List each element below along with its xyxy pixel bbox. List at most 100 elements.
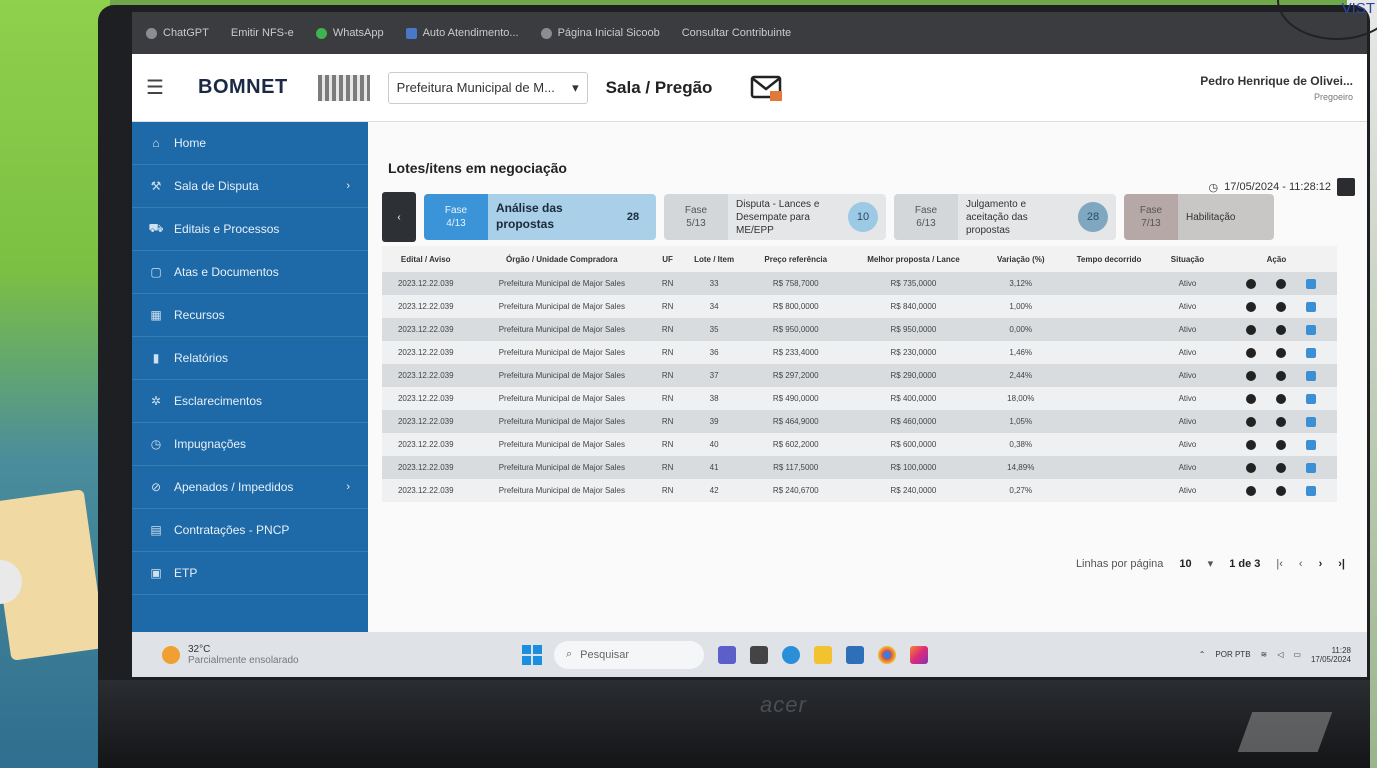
org-select[interactable]: Prefeitura Municipal de M... ▾ — [387, 71, 588, 104]
table-row[interactable]: 2023.12.22.039 Prefeitura Municipal de Ma… — [382, 318, 1337, 341]
table-row[interactable]: 2023.12.22.039 Prefeitura Municipal de Ma… — [382, 410, 1337, 433]
language-indicator[interactable]: POR PTB — [1215, 650, 1250, 659]
chat-action-icon[interactable] — [1246, 324, 1257, 335]
chat-action-icon[interactable] — [1246, 347, 1257, 358]
history-action-icon[interactable] — [1276, 370, 1287, 381]
bookmark-auto-atendimento[interactable]: Auto Atendimento... — [405, 27, 519, 39]
weather-widget[interactable]: 32°C Parcialmente ensolarado — [162, 644, 522, 666]
history-action-icon[interactable] — [1276, 301, 1287, 312]
file-explorer-icon[interactable] — [750, 645, 768, 664]
chevron-up-icon[interactable]: ⌃ — [1199, 650, 1206, 659]
instagram-icon[interactable] — [910, 645, 928, 664]
laptop-hinge — [1237, 712, 1333, 752]
col-orgao[interactable]: Órgão / Unidade Compradora — [469, 246, 655, 272]
chat-action-icon[interactable] — [1246, 462, 1257, 473]
table-row[interactable]: 2023.12.22.039 Prefeitura Municipal de Ma… — [382, 341, 1337, 364]
chat-action-icon[interactable] — [1246, 485, 1257, 496]
select-checkbox[interactable] — [1306, 416, 1317, 427]
volume-icon[interactable]: ◁ — [1277, 650, 1283, 659]
chrome-icon[interactable] — [878, 645, 896, 664]
phase-6[interactable]: Fase 6/13 Julgamento e aceitação das prop… — [894, 194, 1116, 240]
first-page-button[interactable]: |‹ — [1276, 558, 1283, 570]
menu-icon[interactable]: ☰ — [146, 75, 176, 100]
history-action-icon[interactable] — [1276, 462, 1287, 473]
edge-icon[interactable] — [782, 645, 800, 664]
table-row[interactable]: 2023.12.22.039 Prefeitura Municipal de Ma… — [382, 387, 1337, 410]
history-action-icon[interactable] — [1276, 393, 1287, 404]
sidebar-item-apenados[interactable]: ⊘ Apenados / Impedidos › — [132, 466, 368, 509]
bookmark-nfse[interactable]: Emitir NFS-e — [231, 27, 294, 39]
refresh-button[interactable] — [1337, 178, 1355, 196]
chat-action-icon[interactable] — [1246, 393, 1257, 404]
sidebar-item-relatorios[interactable]: ▮ Relatórios — [132, 337, 368, 380]
col-edital[interactable]: Edital / Aviso — [382, 246, 470, 272]
bookmark-consultar[interactable]: Consultar Contribuinte — [682, 27, 791, 39]
bookmark-whatsapp[interactable]: WhatsApp — [315, 27, 384, 39]
bookmark-sicoob[interactable]: Página Inicial Sicoob — [540, 27, 660, 39]
table-row[interactable]: 2023.12.22.039 Prefeitura Municipal de Ma… — [382, 456, 1337, 479]
user-block[interactable]: Pedro Henrique de Olivei... Pregoeiro — [1200, 74, 1353, 102]
last-page-button[interactable]: ›| — [1338, 558, 1345, 570]
brand-logo[interactable]: BOMNET — [198, 76, 288, 99]
chat-action-icon[interactable] — [1246, 278, 1257, 289]
folder-icon[interactable] — [814, 645, 832, 664]
battery-icon[interactable]: ▭ — [1293, 650, 1301, 659]
phase-4[interactable]: Fase 4/13 Análise das propostas 28 — [424, 194, 656, 240]
col-situacao[interactable]: Situação — [1159, 246, 1216, 272]
taskbar-search[interactable]: ⌕ Pesquisar — [554, 640, 704, 669]
col-tempo[interactable]: Tempo decorrido — [1058, 246, 1160, 272]
sidebar-item-impugnacoes[interactable]: ◷ Impugnações — [132, 423, 368, 466]
col-uf[interactable]: UF — [654, 246, 682, 272]
history-action-icon[interactable] — [1276, 278, 1287, 289]
select-checkbox[interactable] — [1306, 324, 1317, 335]
table-row[interactable]: 2023.12.22.039 Prefeitura Municipal de Ma… — [382, 479, 1337, 502]
wifi-icon[interactable]: ≋ — [1261, 650, 1268, 659]
sidebar-item-sala-de-disputa[interactable]: ⚒ Sala de Disputa › — [132, 165, 368, 208]
table-row[interactable]: 2023.12.22.039 Prefeitura Municipal de Ma… — [382, 295, 1337, 318]
history-action-icon[interactable] — [1276, 347, 1287, 358]
sidebar-item-home[interactable]: ⌂ Home — [132, 122, 368, 165]
select-checkbox[interactable] — [1306, 439, 1317, 450]
phase-prev-button[interactable]: ‹ — [382, 192, 416, 242]
mail-icon[interactable] — [750, 71, 784, 105]
col-lote[interactable]: Lote / Item — [681, 246, 748, 272]
chat-action-icon[interactable] — [1246, 439, 1257, 450]
history-action-icon[interactable] — [1276, 485, 1287, 496]
col-variacao[interactable]: Variação (%) — [982, 246, 1059, 272]
select-checkbox[interactable] — [1306, 370, 1317, 381]
table-row[interactable]: 2023.12.22.039 Prefeitura Municipal de Ma… — [382, 272, 1337, 295]
sidebar-item-editais[interactable]: ⛟ Editais e Processos — [132, 208, 368, 251]
select-checkbox[interactable] — [1306, 278, 1317, 289]
rows-per-page-select[interactable]: 10 — [1179, 558, 1191, 570]
phone-link-icon[interactable] — [846, 645, 864, 664]
select-checkbox[interactable] — [1306, 301, 1317, 312]
sidebar-item-etp[interactable]: ▣ ETP — [132, 552, 368, 595]
select-checkbox[interactable] — [1306, 462, 1317, 473]
chat-action-icon[interactable] — [1246, 370, 1257, 381]
sidebar-item-esclarecimentos[interactable]: ✲ Esclarecimentos — [132, 380, 368, 423]
sidebar-item-recursos[interactable]: ▦ Recursos — [132, 294, 368, 337]
select-checkbox[interactable] — [1306, 485, 1317, 496]
bookmark-chatgpt[interactable]: ChatGPT — [146, 27, 209, 39]
table-cell — [1058, 410, 1160, 433]
clock[interactable]: 11:28 17/05/2024 — [1311, 646, 1351, 664]
prev-page-button[interactable]: ‹ — [1299, 558, 1303, 570]
table-row[interactable]: 2023.12.22.039 Prefeitura Municipal de Ma… — [382, 364, 1337, 387]
windows-start-icon[interactable] — [522, 644, 542, 665]
table-row[interactable]: 2023.12.22.039 Prefeitura Municipal de Ma… — [382, 433, 1337, 456]
phase-5[interactable]: Fase 5/13 Disputa - Lances e Desempate pa… — [664, 194, 886, 240]
next-page-button[interactable]: › — [1319, 558, 1323, 570]
select-checkbox[interactable] — [1306, 347, 1317, 358]
sidebar-item-atas[interactable]: ▢ Atas e Documentos — [132, 251, 368, 294]
phase-7[interactable]: Fase 7/13 Habilitação — [1124, 194, 1274, 240]
teams-icon[interactable] — [718, 645, 736, 664]
chat-action-icon[interactable] — [1246, 301, 1257, 312]
select-checkbox[interactable] — [1306, 393, 1317, 404]
sidebar-item-contratacoes[interactable]: ▤ Contratações - PNCP — [132, 509, 368, 552]
history-action-icon[interactable] — [1276, 439, 1287, 450]
col-melhor[interactable]: Melhor proposta / Lance — [844, 246, 983, 272]
history-action-icon[interactable] — [1276, 416, 1287, 427]
col-preco[interactable]: Preço referência — [747, 246, 845, 272]
chat-action-icon[interactable] — [1246, 416, 1257, 427]
history-action-icon[interactable] — [1276, 324, 1287, 335]
